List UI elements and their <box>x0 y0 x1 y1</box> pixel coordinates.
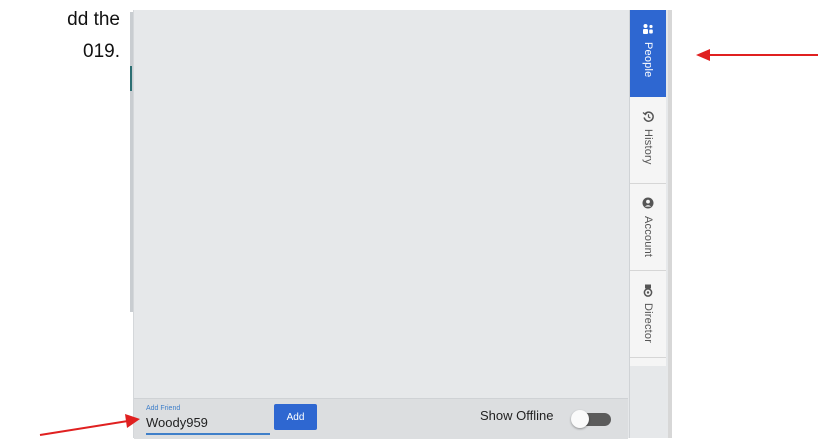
tab-history-label: History <box>642 129 654 165</box>
people-list-area <box>134 10 628 398</box>
add-friend-input[interactable] <box>146 414 266 431</box>
tab-people[interactable]: People <box>630 10 666 97</box>
tab-director[interactable]: Director <box>630 271 666 358</box>
document-text: dd the 019. <box>0 4 120 68</box>
show-offline-label: Show Offline <box>480 408 554 423</box>
tab-people-label: People <box>642 42 654 78</box>
account-icon <box>641 196 655 210</box>
document-line-2: 019. <box>83 41 120 62</box>
add-friend-bar: Add Friend Add Show Offline <box>134 398 628 439</box>
add-friend-button[interactable]: Add <box>274 404 317 430</box>
history-icon <box>641 109 655 123</box>
director-icon <box>641 283 655 297</box>
sidebar: People History Account Director <box>629 10 666 438</box>
document-line-1: dd the <box>67 9 120 30</box>
window-edge-accent <box>130 66 132 91</box>
tab-account[interactable]: Account <box>630 184 666 271</box>
tab-history[interactable]: History <box>630 97 666 184</box>
sidebar-filler <box>630 366 666 438</box>
add-friend-field: Add Friend <box>146 405 270 435</box>
tab-director-label: Director <box>642 303 654 344</box>
scrollbar-strip <box>668 10 672 438</box>
annotation-arrow-add-friend <box>39 414 140 436</box>
tab-account-label: Account <box>642 216 654 258</box>
app-panel: Add Friend Add Show Offline People <box>133 10 671 439</box>
toggle-knob <box>571 410 589 428</box>
annotation-arrow-people <box>696 49 818 61</box>
show-offline-toggle[interactable] <box>571 410 613 428</box>
add-friend-label: Add Friend <box>146 405 181 412</box>
people-icon <box>641 22 655 36</box>
